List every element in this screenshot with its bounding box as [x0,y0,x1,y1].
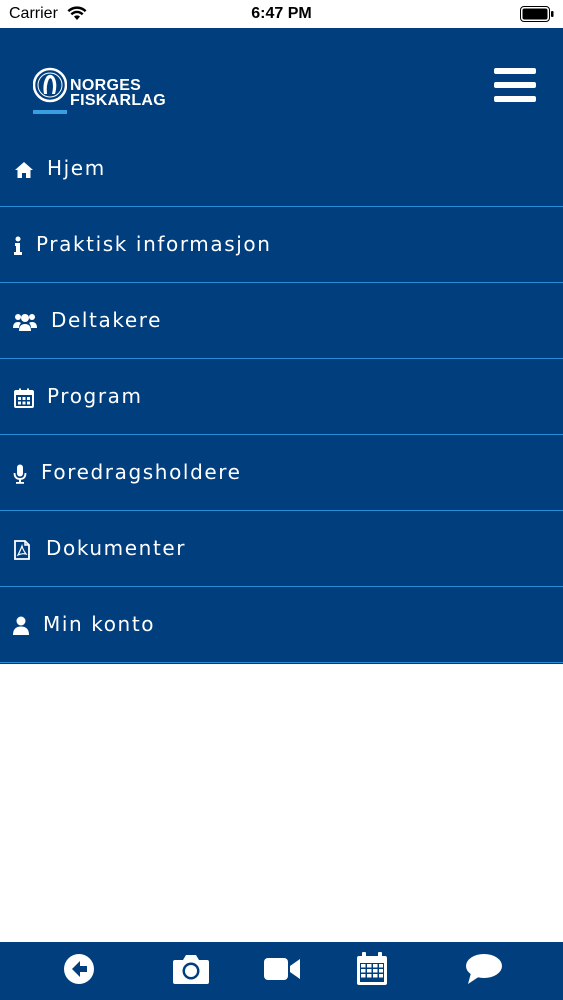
hamburger-menu-icon[interactable] [494,68,536,102]
calendar-icon [356,951,388,991]
user-icon [10,615,32,637]
menu-item-label: Praktisk informasjon [36,232,272,256]
back-button[interactable] [62,953,96,990]
calendar-icon [13,387,35,409]
content-area [0,664,563,942]
home-icon [13,159,35,181]
video-camera-icon [263,956,301,987]
camera-button[interactable] [172,954,210,988]
menu-item-deltakere[interactable]: Deltakere [0,283,563,359]
app-header: NORGES FISKARLAG [0,28,563,131]
navigation-menu: Hjem Praktisk informasjon Deltakere Prog… [0,131,563,664]
menu-item-program[interactable]: Program [0,359,563,435]
menu-item-dokumenter[interactable]: Dokumenter [0,511,563,587]
microphone-icon [9,463,31,485]
status-bar: Carrier 6:47 PM [0,0,563,28]
chat-button[interactable] [465,953,503,990]
calendar-button[interactable] [355,951,389,991]
menu-item-label: Deltakere [51,308,163,332]
norges-fiskarlag-logo[interactable]: NORGES FISKARLAG [32,65,183,114]
chat-bubble-icon [465,953,503,990]
info-icon [7,235,29,257]
menu-item-hjem[interactable]: Hjem [0,131,563,207]
logo-text: NORGES FISKARLAG [70,77,167,109]
menu-item-label: Foredragsholdere [41,460,242,484]
menu-item-foredragsholdere[interactable]: Foredragsholdere [0,435,563,511]
users-icon [13,311,37,333]
menu-item-praktisk-informasjon[interactable]: Praktisk informasjon [0,207,563,283]
menu-item-label: Dokumenter [46,536,187,560]
menu-item-min-konto[interactable]: Min konto [0,587,563,663]
bottom-tab-bar [0,942,563,1000]
pdf-file-icon [11,539,33,561]
menu-item-label: Hjem [47,156,106,180]
menu-item-label: Program [47,384,143,408]
battery-icon [520,6,554,27]
video-button[interactable] [263,954,301,988]
logo-line-1: NORGES [70,77,142,94]
logo-emblem-icon [32,65,68,114]
logo-line-2: FISKARLAG [70,92,167,109]
camera-icon [172,953,210,990]
logo-accent-bar [33,110,67,114]
status-time: 6:47 PM [251,5,312,22]
menu-item-label: Min konto [43,612,156,636]
back-arrow-icon [63,953,95,990]
